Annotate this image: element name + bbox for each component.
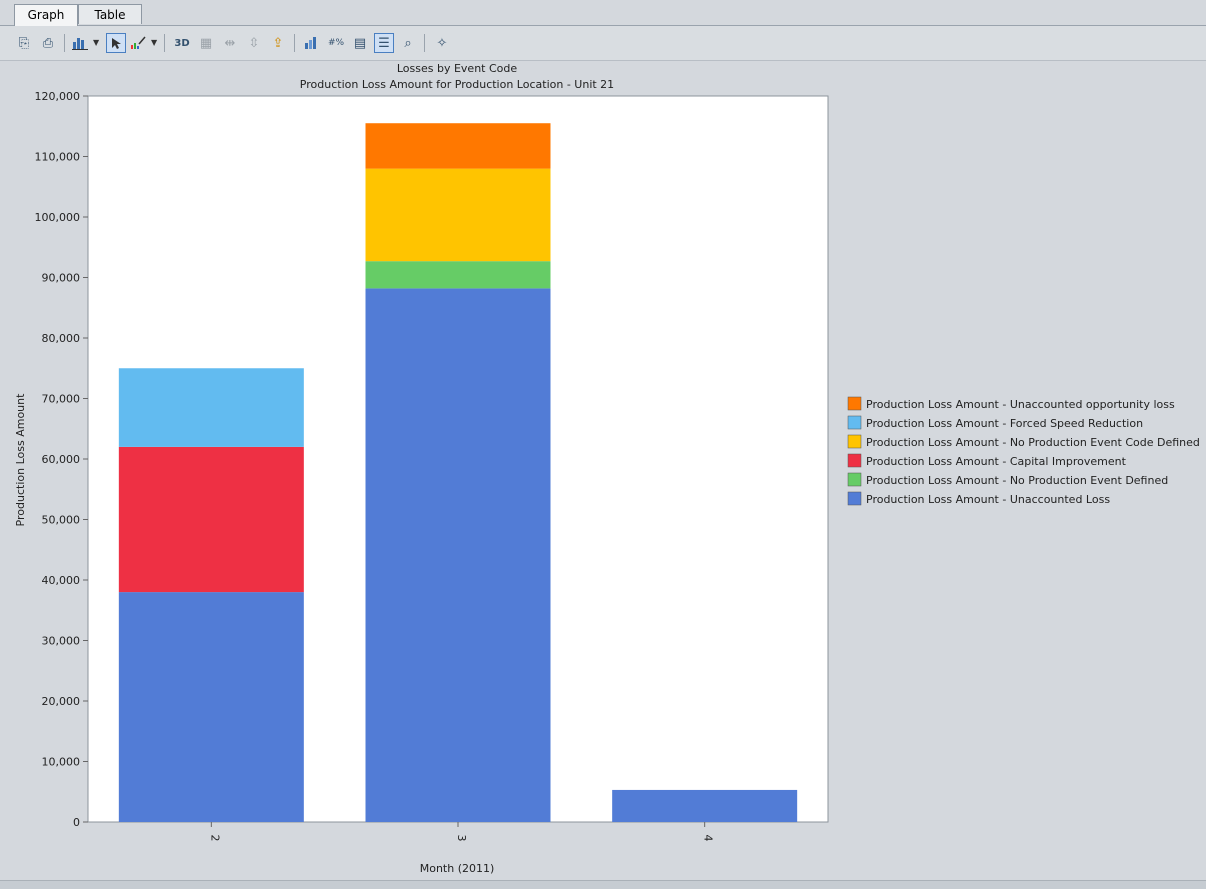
x-tick-label: 3 xyxy=(455,835,468,842)
y-tick-label: 30,000 xyxy=(42,635,81,648)
x-tick-label: 2 xyxy=(208,835,221,842)
wizard-icon[interactable]: ✧ xyxy=(432,33,452,53)
bar-segment[interactable] xyxy=(118,592,304,822)
y-axis: 0 10,000 20,000 30,000 40,000 50,000 60,000 70,… xyxy=(35,90,88,829)
legend-label: Production Loss Amount - No Production E… xyxy=(866,474,1168,487)
y-tick-label: 10,000 xyxy=(42,756,81,769)
export-icon[interactable]: ⇪ xyxy=(268,33,288,53)
chart-title: Losses by Event Code xyxy=(397,62,518,75)
grid-icon[interactable]: ▦ xyxy=(196,33,216,53)
bar-segment[interactable] xyxy=(365,168,551,262)
chart-type-icon[interactable] xyxy=(70,33,90,53)
bar-segment[interactable] xyxy=(118,446,304,593)
zoom-icon[interactable]: ⌕ xyxy=(398,33,418,53)
y-tick-label: 60,000 xyxy=(42,453,81,466)
x-axis-label: Month (2011) xyxy=(420,862,495,875)
x-axis: 2 3 4 xyxy=(208,822,715,842)
legend-label: Production Loss Amount - Unaccounted opp… xyxy=(866,398,1175,411)
rotate-vertical-icon[interactable]: ⇳ xyxy=(244,33,264,53)
data-editor-icon[interactable]: ▤ xyxy=(350,33,370,53)
legend: Production Loss Amount - Unaccounted opp… xyxy=(847,396,1200,506)
bar-segment[interactable] xyxy=(365,123,551,169)
toolbar-separator xyxy=(164,34,165,52)
point-labels-icon[interactable]: #% xyxy=(326,33,346,53)
y-tick-label: 40,000 xyxy=(42,574,81,587)
legend-box-icon[interactable]: ☰ xyxy=(374,33,394,53)
y-tick-label: 20,000 xyxy=(42,695,81,708)
legend-label: Production Loss Amount - Forced Speed Re… xyxy=(866,417,1143,430)
y-tick-label: 80,000 xyxy=(42,332,81,345)
series-properties-icon[interactable] xyxy=(302,33,322,53)
legend-label: Production Loss Amount - Capital Improve… xyxy=(866,455,1127,468)
legend-swatch xyxy=(847,396,862,411)
y-tick-label: 90,000 xyxy=(42,272,81,285)
tab-bar: Graph Table xyxy=(0,0,1206,26)
legend-swatch xyxy=(847,491,862,506)
bar-segment[interactable] xyxy=(365,261,551,289)
3d-view-icon[interactable]: 3D xyxy=(172,33,192,53)
rotate-horizontal-icon[interactable]: ⇹ xyxy=(220,33,240,53)
copy-icon[interactable]: ⎘ xyxy=(14,33,34,53)
print-icon[interactable]: ⎙ xyxy=(38,33,58,53)
legend-label: Production Loss Amount - Unaccounted Los… xyxy=(866,493,1110,506)
bar-segment[interactable] xyxy=(365,288,551,822)
chart-type-dropdown-icon[interactable]: ▼ xyxy=(93,38,99,47)
cursor-select-icon[interactable] xyxy=(106,33,126,53)
legend-swatch xyxy=(847,415,862,430)
chart-subtitle: Production Loss Amount for Production Lo… xyxy=(300,78,614,91)
stacked-bar-chart: Losses by Event Code Production Loss Amo… xyxy=(14,62,1200,875)
legend-label: Production Loss Amount - No Production E… xyxy=(866,436,1200,449)
y-tick-label: 100,000 xyxy=(35,211,81,224)
legend-swatch xyxy=(847,434,862,449)
toolbar-separator xyxy=(424,34,425,52)
tab-graph[interactable]: Graph xyxy=(14,4,78,26)
palette-dropdown-icon[interactable]: ▼ xyxy=(151,38,157,47)
legend-swatch xyxy=(847,472,862,487)
tab-table[interactable]: Table xyxy=(78,4,142,24)
toolbar-separator xyxy=(294,34,295,52)
y-tick-label: 120,000 xyxy=(35,90,81,103)
legend-swatch xyxy=(847,453,862,468)
y-tick-label: 50,000 xyxy=(42,514,81,527)
x-tick-label: 4 xyxy=(702,835,715,842)
chart-area: Losses by Event Code Production Loss Amo… xyxy=(8,60,1204,880)
y-tick-label: 0 xyxy=(73,816,80,829)
toolbar-separator xyxy=(64,34,65,52)
y-tick-label: 70,000 xyxy=(42,393,81,406)
bar-segment[interactable] xyxy=(118,368,304,447)
palette-icon[interactable] xyxy=(128,33,148,53)
y-axis-label: Production Loss Amount xyxy=(14,393,27,527)
chart-toolbar: ⎘ ⎙ ▼ ▼ 3D ▦ ⇹ ⇳ ⇪ #% ▤ ☰ ⌕ ✧ xyxy=(0,26,1206,61)
y-tick-label: 110,000 xyxy=(35,151,81,164)
bar-segment[interactable] xyxy=(612,789,798,822)
